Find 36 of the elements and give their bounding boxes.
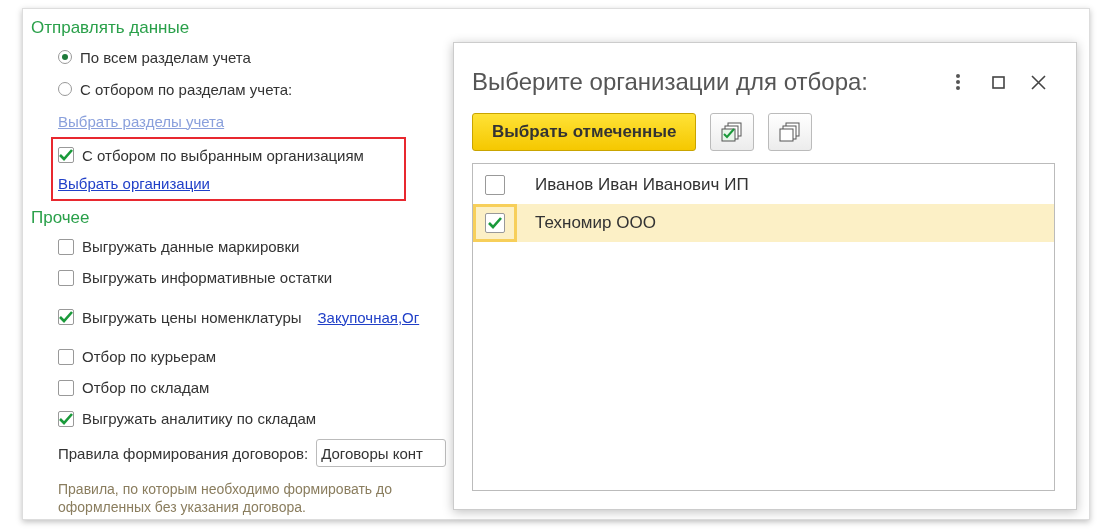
checkbox-label: Выгружать информативные остатки xyxy=(82,269,333,286)
checkbox-label: Выгружать данные маркировки xyxy=(82,238,300,255)
checkbox[interactable] xyxy=(58,379,74,396)
checkbox-label: Выгружать аналитику по складам xyxy=(82,410,317,427)
checked-pages-icon xyxy=(721,122,744,142)
contracts-field[interactable]: Договоры конт xyxy=(316,439,447,467)
select-checked-button[interactable]: Выбрать отмеченные xyxy=(472,113,697,151)
select-organizations-link[interactable]: Выбрать организации xyxy=(58,174,210,192)
checkbox[interactable] xyxy=(485,175,505,195)
radio-label: По всем разделам учета xyxy=(80,48,251,66)
maximize-icon xyxy=(991,75,1005,89)
pages-icon xyxy=(779,122,802,142)
radio-button[interactable] xyxy=(58,50,72,64)
checkbox[interactable] xyxy=(58,348,74,365)
dialog-title: Выберите организации для отбора: xyxy=(472,68,870,96)
checkbox-label: С отбором по выбранным организациям xyxy=(82,146,364,164)
close-icon xyxy=(1030,74,1046,90)
radio-label: С отбором по разделам учета: xyxy=(80,80,293,98)
section-title: Отправлять данные xyxy=(31,17,191,39)
section-title: Прочее xyxy=(31,207,91,229)
checkbox-label: Отбор по складам xyxy=(82,379,210,396)
checkbox-label: Выгружать цены номенклатуры xyxy=(82,308,302,326)
field-label: Правила формирования договоров: xyxy=(58,444,309,462)
organization-name: Иванов Иван Иванович ИП xyxy=(535,175,749,195)
checkbox-label: Отбор по курьерам xyxy=(82,348,217,365)
hint-text: оформленных без указания договора. xyxy=(57,498,307,516)
radio-button[interactable] xyxy=(58,82,72,96)
hint-text: Правила, по которым необходимо формировать до xyxy=(57,480,393,498)
organization-name: Техномир ООО xyxy=(535,213,656,233)
price-types-link[interactable]: Закупочная,Ог xyxy=(317,308,420,326)
checkbox[interactable] xyxy=(58,269,74,286)
checkbox[interactable] xyxy=(58,238,74,255)
organization-row[interactable]: Техномир ООО xyxy=(473,204,1054,242)
check-all-button[interactable] xyxy=(710,113,755,151)
uncheck-all-button[interactable] xyxy=(768,113,813,151)
more-icon xyxy=(956,74,960,90)
